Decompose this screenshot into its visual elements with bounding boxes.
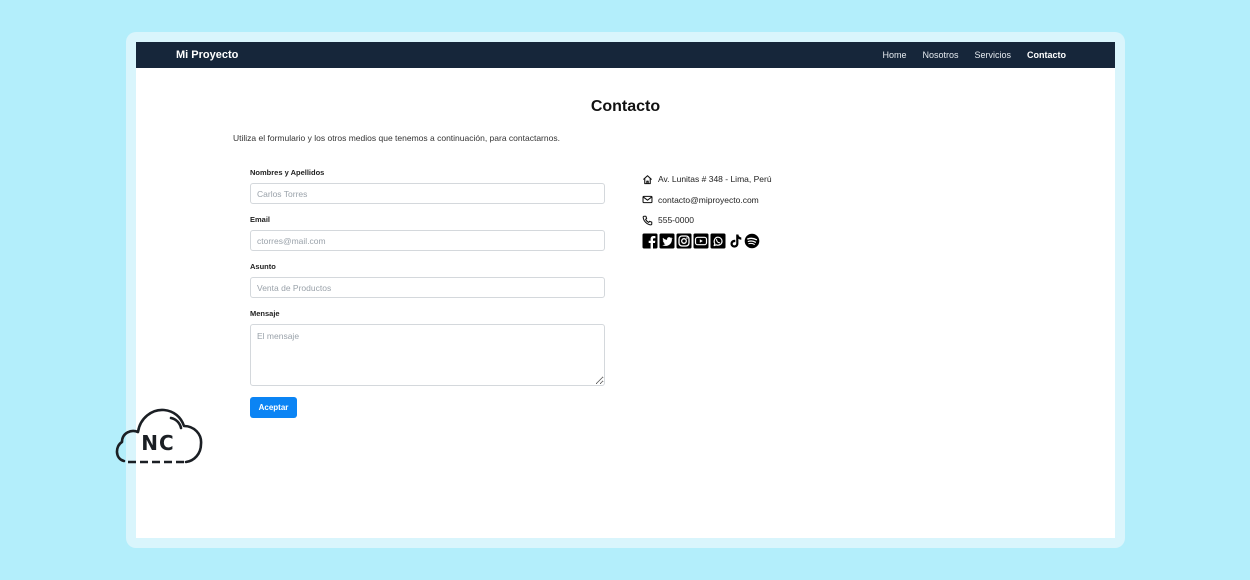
- contact-form: Nombres y Apellidos Email Asunto Mensaje…: [250, 168, 606, 418]
- nav-link-contacto[interactable]: Contacto: [1027, 50, 1066, 60]
- navbar: Mi Proyecto Home Nosotros Servicios Cont…: [136, 42, 1115, 68]
- tiktok-icon[interactable]: [727, 233, 743, 249]
- message-label: Mensaje: [250, 309, 280, 318]
- twitter-icon[interactable]: [659, 233, 675, 249]
- address-text: Av. Lunitas # 348 - Lima, Perú: [658, 174, 772, 185]
- submit-button[interactable]: Aceptar: [250, 397, 297, 418]
- name-label: Nombres y Apellidos: [250, 168, 325, 177]
- nc-cloud-logo: NC: [115, 408, 203, 464]
- nav-link-home[interactable]: Home: [882, 50, 906, 60]
- phone-text: 555-0000: [658, 215, 694, 226]
- facebook-icon[interactable]: [642, 233, 658, 249]
- subject-label: Asunto: [250, 262, 276, 271]
- home-icon: [643, 174, 652, 184]
- message-textarea[interactable]: [250, 324, 605, 386]
- youtube-icon[interactable]: [693, 233, 709, 249]
- envelope-icon: [642, 196, 653, 204]
- intro-text: Utiliza el formulario y los otros medios…: [233, 133, 560, 143]
- phone-icon: [642, 215, 653, 226]
- browser-page: Mi Proyecto Home Nosotros Servicios Cont…: [136, 42, 1115, 538]
- nav-link-nosotros[interactable]: Nosotros: [922, 50, 958, 60]
- social-links: [642, 233, 772, 249]
- subject-input[interactable]: [250, 277, 605, 298]
- brand-link[interactable]: Mi Proyecto: [176, 49, 238, 61]
- phone-row: 555-0000: [642, 210, 772, 231]
- email-label: Email: [250, 215, 271, 224]
- address-row: Av. Lunitas # 348 - Lima, Perú: [642, 169, 772, 190]
- email-row: contacto@miproyecto.com: [642, 190, 772, 211]
- contact-info: Av. Lunitas # 348 - Lima, Perú contacto@…: [642, 169, 772, 249]
- whatsapp-icon[interactable]: [710, 233, 726, 249]
- name-input[interactable]: [250, 183, 605, 204]
- email-text[interactable]: contacto@miproyecto.com: [658, 195, 759, 205]
- nav-link-servicios[interactable]: Servicios: [974, 50, 1011, 60]
- email-input[interactable]: [250, 230, 605, 251]
- page-title: Contacto: [590, 98, 661, 115]
- instagram-icon[interactable]: [676, 233, 692, 249]
- spotify-icon[interactable]: [744, 233, 760, 249]
- nc-logo-text: NC: [141, 431, 174, 455]
- nav-links: Home Nosotros Servicios Contacto: [882, 50, 1066, 60]
